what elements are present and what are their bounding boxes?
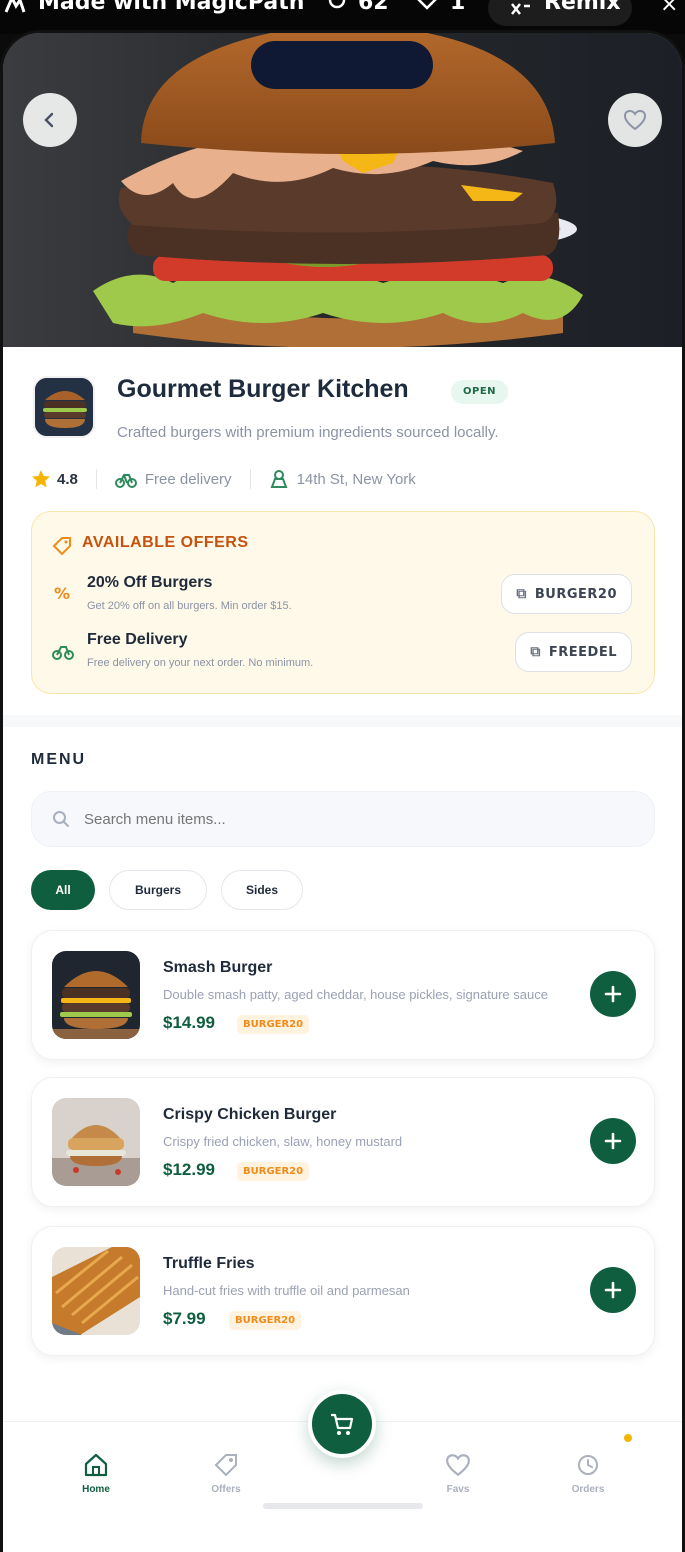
restaurant-name: Gourmet Burger Kitchen: [117, 375, 409, 403]
magicpath-logo-icon: [4, 0, 26, 13]
nav-label: Offers: [211, 1484, 241, 1495]
remix-icon: [511, 3, 530, 15]
nav-label: Orders: [571, 1484, 605, 1495]
truffle-fries-image: [52, 1247, 140, 1335]
meta-divider: [249, 469, 251, 489]
offer-code: FREEDEL: [548, 644, 617, 660]
offer-title: 20% Off Burgers: [87, 574, 213, 591]
section-divider: [3, 715, 682, 727]
search-input[interactable]: [84, 810, 584, 828]
menu-item-price: $14.99: [163, 1013, 215, 1032]
menu-item-card[interactable]: Smash Burger Double smash patty, aged ch…: [31, 930, 655, 1060]
location-text: 14th St, New York: [296, 470, 416, 488]
add-to-cart-button[interactable]: [590, 1118, 636, 1164]
nav-label: Home: [82, 1484, 110, 1495]
menu-item-image: [52, 1247, 140, 1335]
promo-badge: BURGER20: [237, 1162, 310, 1181]
heart-icon: [446, 1454, 470, 1477]
star-icon: [32, 470, 50, 488]
add-to-cart-button[interactable]: [590, 971, 636, 1017]
heart-icon: [623, 109, 647, 131]
chevron-left-icon: [44, 112, 54, 128]
menu-heading: MENU: [31, 751, 87, 768]
offer-title: Free Delivery: [87, 631, 188, 648]
nav-item-orders[interactable]: Orders: [543, 1434, 633, 1495]
likes-count: 1: [450, 0, 466, 15]
category-chip-sides[interactable]: Sides: [221, 870, 303, 910]
location-icon: [270, 470, 288, 488]
copy-code-button[interactable]: ⧉ BURGER20: [501, 574, 632, 614]
menu-item-card[interactable]: Crispy Chicken Burger Crispy fried chick…: [31, 1077, 655, 1207]
add-to-cart-button[interactable]: [590, 1267, 636, 1313]
chicken-burger-image: [52, 1098, 140, 1186]
cart-button[interactable]: [308, 1390, 376, 1458]
tag-icon: [52, 537, 71, 556]
hero-image: [3, 33, 682, 347]
dynamic-island: [251, 41, 433, 89]
status-badge: OPEN: [451, 380, 509, 404]
bike-icon: [114, 474, 137, 488]
cart-icon: [331, 1413, 354, 1435]
offer-code: BURGER20: [534, 586, 617, 602]
plus-icon: [604, 985, 622, 1003]
heart-outline-icon[interactable]: [414, 0, 440, 12]
percent-icon: %: [54, 584, 71, 603]
menu-item-description: Crispy fried chicken, slaw, honey mustar…: [163, 1134, 403, 1149]
category-chip-all[interactable]: All: [31, 870, 95, 910]
menu-item-name: Smash Burger: [163, 959, 273, 976]
menu-item-name: Truffle Fries: [163, 1255, 255, 1272]
offers-heading: AVAILABLE OFFERS: [82, 534, 249, 551]
menu-item-card[interactable]: Truffle Fries Hand-cut fries with truffl…: [31, 1226, 655, 1356]
close-icon[interactable]: ×: [660, 0, 678, 17]
menu-item-description: Hand-cut fries with truffle oil and parm…: [163, 1283, 410, 1298]
menu-item-image: [52, 1098, 140, 1186]
menu-item-price: $7.99: [163, 1309, 206, 1328]
plus-icon: [604, 1132, 622, 1150]
promo-badge: BURGER20: [237, 1015, 310, 1034]
menu-item-image: [52, 951, 140, 1039]
nav-item-offers[interactable]: Offers: [181, 1452, 271, 1495]
tag-icon: [214, 1454, 237, 1477]
nav-label: Favs: [446, 1484, 470, 1495]
nav-item-favs[interactable]: Favs: [413, 1452, 503, 1495]
menu-item-price: $12.99: [163, 1160, 215, 1179]
plus-icon: [604, 1281, 622, 1299]
nav-item-home[interactable]: Home: [51, 1452, 141, 1495]
menu-item-name: Crispy Chicken Burger: [163, 1106, 337, 1123]
history-icon: [578, 1455, 598, 1475]
eye-icon: [328, 0, 346, 9]
back-button[interactable]: [23, 93, 77, 147]
smash-burger-image: [52, 951, 140, 1039]
search-bar[interactable]: [31, 791, 655, 847]
offer-description: Free delivery on your next order. No min…: [87, 657, 314, 669]
delivery-info: Free delivery: [144, 470, 232, 488]
burger-logo-icon: [35, 378, 93, 436]
rating-value: 4.8: [57, 470, 78, 488]
top-bar: Made with MagicPath 62 1 Remix ×: [0, 0, 685, 34]
promo-badge: BURGER20: [229, 1311, 302, 1330]
offers-panel: AVAILABLE OFFERS % 20% Off Burgers Get 2…: [31, 511, 655, 694]
phone-frame: Gourmet Burger Kitchen OPEN Crafted burg…: [0, 30, 685, 1552]
remix-label: Remix: [544, 0, 621, 15]
notification-dot: [624, 1434, 632, 1442]
restaurant-logo: [33, 376, 95, 438]
restaurant-meta: 4.8 Free delivery 14th St, New York: [31, 465, 416, 493]
home-indicator: [263, 1503, 423, 1509]
made-with-label: Made with MagicPath: [38, 0, 305, 15]
bike-icon: [52, 646, 74, 660]
views-count: 62: [358, 0, 389, 15]
home-icon: [84, 1453, 108, 1477]
copy-icon: ⧉: [516, 586, 527, 602]
search-icon: [53, 811, 69, 827]
favorite-button[interactable]: [608, 93, 662, 147]
category-chip-burgers[interactable]: Burgers: [109, 870, 207, 910]
remix-button[interactable]: Remix: [488, 0, 632, 26]
copy-icon: ⧉: [530, 644, 541, 660]
meta-divider: [95, 469, 97, 489]
menu-item-description: Double smash patty, aged cheddar, house …: [163, 987, 548, 1002]
restaurant-description: Crafted burgers with premium ingredients…: [117, 424, 499, 441]
offer-description: Get 20% off on all burgers. Min order $1…: [87, 600, 292, 612]
copy-code-button[interactable]: ⧉ FREEDEL: [515, 632, 632, 672]
